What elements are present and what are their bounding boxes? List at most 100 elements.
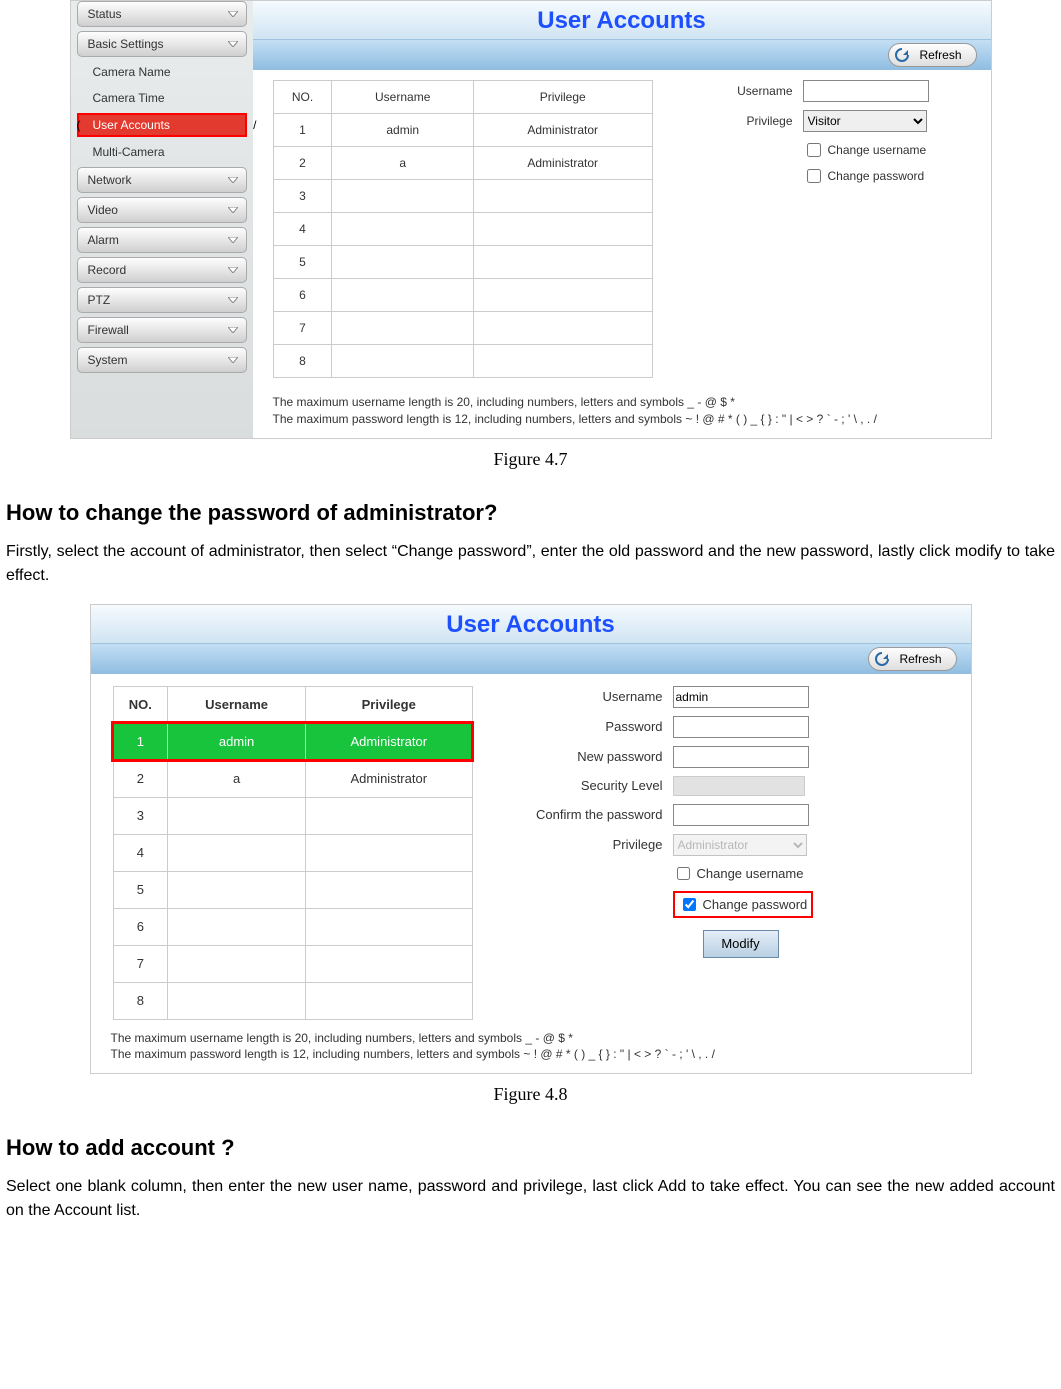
table-row[interactable]: 2aAdministrator: [113, 760, 472, 797]
password-label: Password: [503, 719, 663, 734]
col-no: NO.: [273, 81, 332, 114]
sidebar-item-alarm[interactable]: Alarm: [77, 227, 247, 253]
password-field[interactable]: [673, 716, 809, 738]
chevron-down-icon: [228, 11, 238, 17]
hint-text: The maximum username length is 20, inclu…: [253, 390, 991, 438]
chevron-down-icon: [228, 207, 238, 213]
col-username: Username: [168, 686, 306, 723]
username-label: Username: [683, 84, 793, 98]
change-password-checkbox[interactable]: [683, 898, 696, 911]
heading-change-password: How to change the password of administra…: [6, 500, 1055, 526]
toolbar: Refresh: [253, 40, 991, 70]
username-label: Username: [503, 689, 663, 704]
sidebar-item-label: Record: [88, 263, 127, 277]
sidebar-item-label: Firewall: [88, 323, 129, 337]
col-username: Username: [332, 81, 473, 114]
table-row[interactable]: 4: [273, 213, 652, 246]
figure-caption: Figure 4.7: [0, 449, 1061, 470]
account-form: Username Password New password Security …: [503, 686, 949, 1020]
sidebar-item-label: Basic Settings: [88, 37, 164, 51]
table-row[interactable]: 3: [273, 180, 652, 213]
refresh-button[interactable]: Refresh: [888, 43, 976, 67]
sidebar-item-label: PTZ: [88, 293, 111, 307]
chevron-down-icon: [228, 177, 238, 183]
privilege-select: Administrator: [673, 834, 807, 856]
table-row[interactable]: 7: [273, 312, 652, 345]
figure-caption: Figure 4.8: [0, 1084, 1061, 1105]
page-title: User Accounts: [91, 605, 971, 644]
sidebar-item-camera-name[interactable]: Camera Name: [77, 61, 247, 83]
change-password-label: Change password: [828, 169, 925, 183]
sidebar-item-firewall[interactable]: Firewall: [77, 317, 247, 343]
sidebar-item-status[interactable]: Status: [77, 1, 247, 27]
chevron-down-icon: [228, 297, 238, 303]
sidebar-item-camera-time[interactable]: Camera Time: [77, 87, 247, 109]
page-title: User Accounts: [253, 1, 991, 40]
chevron-down-icon: [228, 267, 238, 273]
table-row[interactable]: 1adminAdministrator: [273, 114, 652, 147]
change-username-checkbox[interactable]: [807, 143, 821, 157]
sidebar-item-label: Alarm: [88, 233, 119, 247]
table-row[interactable]: 5: [273, 246, 652, 279]
table-row[interactable]: 6: [113, 908, 472, 945]
new-password-label: New password: [503, 749, 663, 764]
chevron-down-icon: [228, 41, 238, 47]
confirm-password-field[interactable]: [673, 804, 809, 826]
sidebar-item-label: Network: [88, 173, 132, 187]
toolbar: Refresh: [91, 644, 971, 674]
sidebar-item-basic-settings[interactable]: Basic Settings: [77, 31, 247, 57]
privilege-label: Privilege: [683, 114, 793, 128]
refresh-icon: [873, 650, 891, 668]
refresh-button[interactable]: Refresh: [868, 647, 956, 671]
privilege-select[interactable]: Visitor: [803, 110, 927, 132]
change-username-checkbox[interactable]: [677, 867, 690, 880]
col-privilege: Privilege: [473, 81, 652, 114]
accounts-table: NO. Username Privilege 1adminAdministrat…: [113, 686, 473, 1020]
refresh-label: Refresh: [899, 652, 941, 666]
sidebar-item-user-accounts[interactable]: User Accounts: [77, 113, 247, 137]
change-username-label: Change username: [697, 866, 804, 881]
privilege-label: Privilege: [503, 837, 663, 852]
sidebar-item-record[interactable]: Record: [77, 257, 247, 283]
settings-sidebar: Status Basic Settings Camera Name Camera…: [71, 1, 253, 438]
chevron-down-icon: [228, 357, 238, 363]
refresh-icon: [893, 46, 911, 64]
sidebar-item-label: System: [88, 353, 128, 367]
para-change-password: Firstly, select the account of administr…: [6, 540, 1055, 588]
confirm-password-label: Confirm the password: [503, 807, 663, 822]
refresh-label: Refresh: [919, 48, 961, 62]
sidebar-item-multi-camera[interactable]: Multi-Camera: [77, 141, 247, 163]
figure-4-7: Status Basic Settings Camera Name Camera…: [70, 0, 992, 439]
table-row[interactable]: 7: [113, 945, 472, 982]
table-row[interactable]: 4: [113, 834, 472, 871]
table-row[interactable]: 5: [113, 871, 472, 908]
sidebar-item-label: Video: [88, 203, 118, 217]
sidebar-item-network[interactable]: Network: [77, 167, 247, 193]
sidebar-item-video[interactable]: Video: [77, 197, 247, 223]
hint-text: The maximum username length is 20, inclu…: [91, 1026, 971, 1074]
sidebar-item-label: Status: [88, 7, 122, 21]
table-row[interactable]: 6: [273, 279, 652, 312]
heading-add-account: How to add account ?: [6, 1135, 1055, 1161]
table-row[interactable]: 2aAdministrator: [273, 147, 652, 180]
sidebar-item-system[interactable]: System: [77, 347, 247, 373]
username-field[interactable]: [673, 686, 809, 708]
para-add-account: Select one blank column, then enter the …: [6, 1175, 1055, 1223]
username-field[interactable]: [803, 80, 929, 102]
table-row[interactable]: 8: [273, 345, 652, 378]
table-row[interactable]: 1adminAdministrator: [113, 723, 472, 760]
col-no: NO.: [113, 686, 168, 723]
col-privilege: Privilege: [305, 686, 472, 723]
account-form: Username Privilege Visitor Change usernam…: [683, 80, 971, 378]
figure-4-8: User Accounts Refresh NO. Username Privi…: [90, 604, 972, 1075]
modify-button[interactable]: Modify: [703, 930, 779, 958]
accounts-table: NO. Username Privilege 1adminAdministrat…: [273, 80, 653, 378]
security-level-label: Security Level: [503, 778, 663, 793]
change-password-checkbox[interactable]: [807, 169, 821, 183]
new-password-field[interactable]: [673, 746, 809, 768]
chevron-down-icon: [228, 237, 238, 243]
table-row[interactable]: 8: [113, 982, 472, 1019]
table-row[interactable]: 3: [113, 797, 472, 834]
change-username-label: Change username: [828, 143, 927, 157]
sidebar-item-ptz[interactable]: PTZ: [77, 287, 247, 313]
